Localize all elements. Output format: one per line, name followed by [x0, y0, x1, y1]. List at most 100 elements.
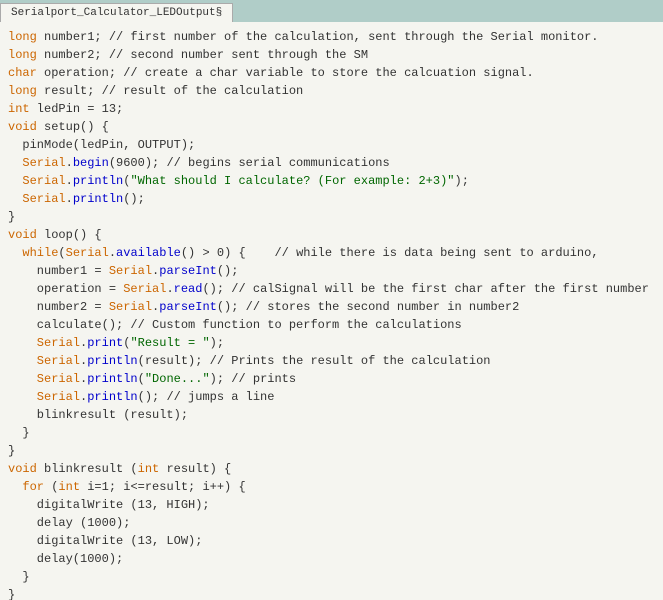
code-token: result; // result of the calculation	[37, 84, 303, 98]
code-token: Serial	[109, 300, 152, 314]
code-line: blinkresult (result);	[8, 406, 655, 424]
code-line: operation = Serial.read(); // calSignal …	[8, 280, 655, 298]
code-token: available	[116, 246, 181, 260]
code-token: Serial	[123, 282, 166, 296]
code-line: Serial.println();	[8, 190, 655, 208]
code-token: while	[22, 246, 58, 260]
code-token: .	[109, 246, 116, 260]
code-token: for	[22, 480, 44, 494]
code-token: (); // jumps a line	[138, 390, 275, 404]
code-token: result) {	[159, 462, 231, 476]
code-token: "Result = "	[130, 336, 209, 350]
code-token: .	[66, 192, 73, 206]
code-token: (9600); // begins serial communications	[109, 156, 390, 170]
code-line: long number1; // first number of the cal…	[8, 28, 655, 46]
code-token: }	[8, 426, 30, 440]
code-token: );	[210, 336, 224, 350]
code-line: void blinkresult (int result) {	[8, 460, 655, 478]
code-line: Serial.print("Result = ");	[8, 334, 655, 352]
code-line: }	[8, 424, 655, 442]
code-line: while(Serial.available() > 0) { // while…	[8, 244, 655, 262]
code-token: void	[8, 228, 37, 242]
code-line: digitalWrite (13, HIGH);	[8, 496, 655, 514]
code-token: pinMode(ledPin, OUTPUT);	[8, 138, 195, 152]
code-token: i=1; i<=result; i++) {	[80, 480, 246, 494]
tab-bar: Serialport_Calculator_LEDOutput§	[0, 0, 663, 22]
code-line: char operation; // create a char variabl…	[8, 64, 655, 82]
code-line: Serial.println(result); // Prints the re…	[8, 352, 655, 370]
code-token: read	[174, 282, 203, 296]
code-token: int	[58, 480, 80, 494]
code-line: long result; // result of the calculatio…	[8, 82, 655, 100]
code-token: ();	[217, 264, 239, 278]
tab-label: Serialport_Calculator_LEDOutput§	[11, 7, 222, 19]
code-token	[8, 246, 22, 260]
code-line: int ledPin = 13;	[8, 100, 655, 118]
code-token: print	[87, 336, 123, 350]
code-line: void setup() {	[8, 118, 655, 136]
code-token: long	[8, 84, 37, 98]
code-line: }	[8, 442, 655, 460]
code-token: }	[8, 444, 15, 458]
code-token: parseInt	[159, 300, 217, 314]
code-token: "Done..."	[145, 372, 210, 386]
code-line: Serial.println(); // jumps a line	[8, 388, 655, 406]
code-line: }	[8, 208, 655, 226]
code-token	[8, 480, 22, 494]
code-line: for (int i=1; i<=result; i++) {	[8, 478, 655, 496]
code-line: void loop() {	[8, 226, 655, 244]
code-token: }	[8, 210, 15, 224]
code-line: number1 = Serial.parseInt();	[8, 262, 655, 280]
code-token: Serial	[8, 156, 66, 170]
code-token: begin	[73, 156, 109, 170]
code-token: operation =	[8, 282, 123, 296]
code-token: loop() {	[37, 228, 102, 242]
code-line: long number2; // second number sent thro…	[8, 46, 655, 64]
code-token: parseInt	[159, 264, 217, 278]
code-token: .	[166, 282, 173, 296]
code-token: long	[8, 48, 37, 62]
code-token: delay (1000);	[8, 516, 130, 530]
code-token: Serial	[8, 174, 66, 188]
code-token: "What should I calculate? (For example: …	[130, 174, 454, 188]
code-token: char	[8, 66, 37, 80]
code-area: long number1; // first number of the cal…	[0, 22, 663, 600]
code-token: number1; // first number of the calculat…	[37, 30, 599, 44]
code-line: Serial.println("Done..."); // prints	[8, 370, 655, 388]
code-token: ); // prints	[210, 372, 296, 386]
code-token: println	[87, 372, 137, 386]
code-token: void	[8, 120, 37, 134]
code-token: () > 0) { // while there is data being s…	[181, 246, 599, 260]
code-token: }	[8, 588, 15, 600]
code-line: digitalWrite (13, LOW);	[8, 532, 655, 550]
code-token: operation; // create a char variable to …	[37, 66, 534, 80]
active-tab[interactable]: Serialport_Calculator_LEDOutput§	[0, 3, 233, 22]
code-line: delay(1000);	[8, 550, 655, 568]
code-token: Serial	[8, 336, 80, 350]
code-token: long	[8, 30, 37, 44]
code-token: number2 =	[8, 300, 109, 314]
code-line: Serial.println("What should I calculate?…	[8, 172, 655, 190]
code-token: Serial	[66, 246, 109, 260]
code-token: (	[58, 246, 65, 260]
code-token: void	[8, 462, 37, 476]
code-token: .	[66, 156, 73, 170]
code-token: int	[138, 462, 160, 476]
code-token: println	[87, 354, 137, 368]
code-token: (result); // Prints the result of the ca…	[138, 354, 491, 368]
code-token: calculate(); // Custom function to perfo…	[8, 318, 462, 332]
code-line: delay (1000);	[8, 514, 655, 532]
code-token: blinkresult (result);	[8, 408, 188, 422]
code-token: number2; // second number sent through t…	[37, 48, 368, 62]
code-line: }	[8, 586, 655, 600]
code-line: number2 = Serial.parseInt(); // stores t…	[8, 298, 655, 316]
code-token: (	[44, 480, 58, 494]
code-token: delay(1000);	[8, 552, 123, 566]
code-token: .	[66, 174, 73, 188]
code-token: println	[73, 174, 123, 188]
code-token: (); // calSignal will be the first char …	[202, 282, 648, 296]
code-token: Serial	[8, 192, 66, 206]
code-token: );	[455, 174, 469, 188]
code-token: (); // stores the second number in numbe…	[217, 300, 519, 314]
code-token: blinkresult (	[37, 462, 138, 476]
